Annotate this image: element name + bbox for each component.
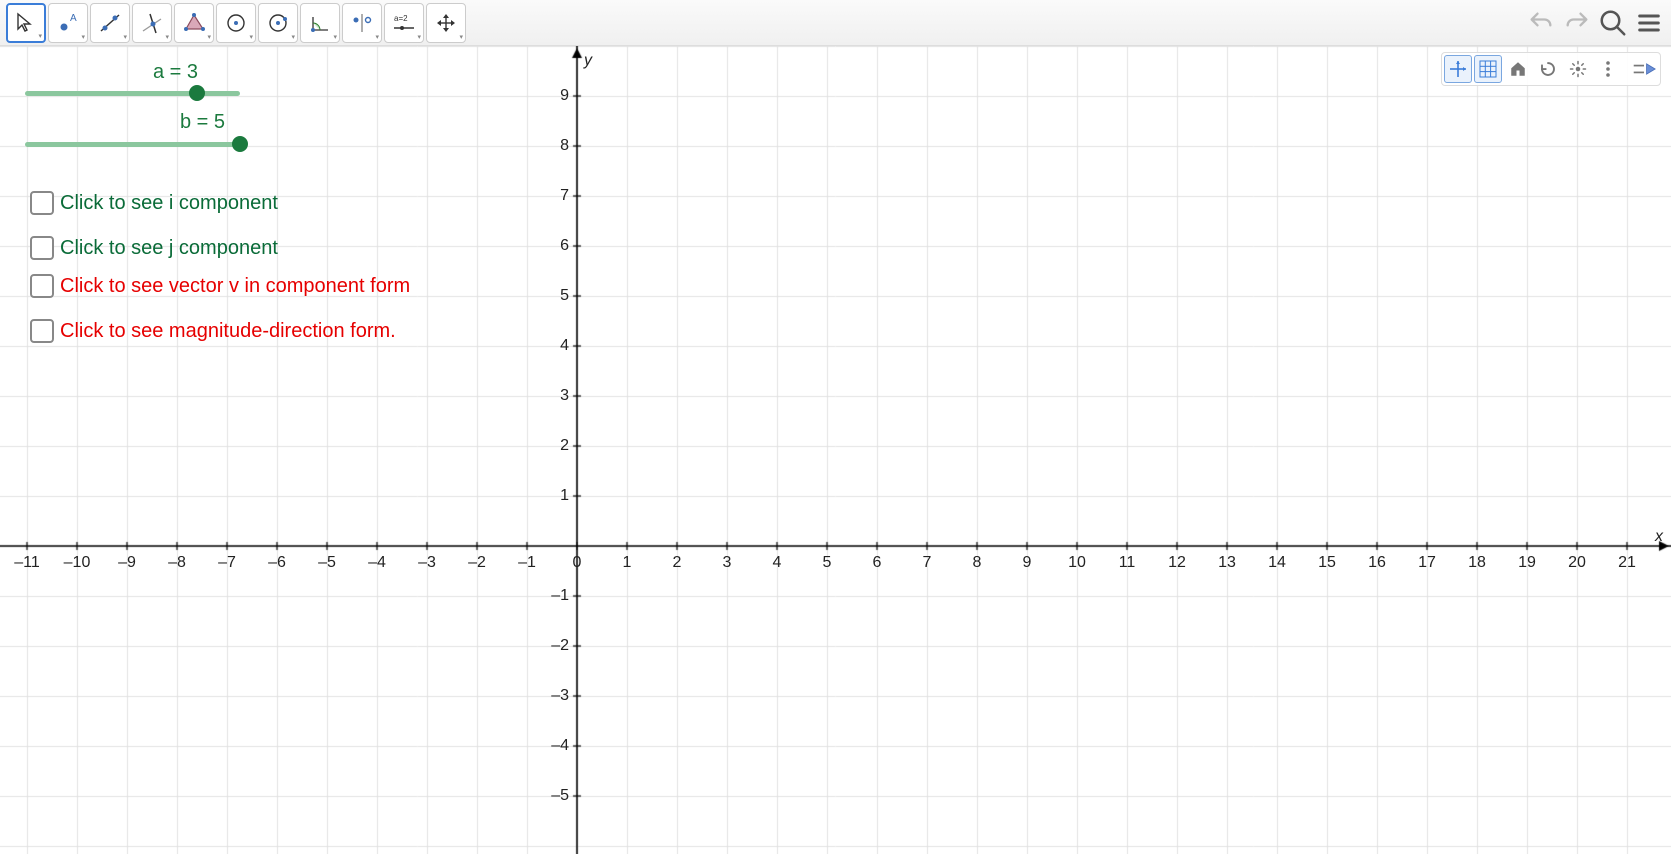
svg-text:a=2: a=2 [394, 14, 408, 23]
properties-button[interactable] [1630, 55, 1658, 83]
y-tick-label: 6 [560, 237, 569, 255]
x-tick-label: –3 [418, 554, 436, 572]
y-tick-label: 2 [560, 437, 569, 455]
x-tick-label: 6 [873, 554, 882, 572]
y-tick-label: 1 [560, 487, 569, 505]
x-tick-label: 1 [623, 554, 632, 572]
move-tool[interactable]: ▾ [6, 3, 46, 43]
x-tick-label: 5 [823, 554, 832, 572]
point-capture-button[interactable] [1534, 55, 1562, 83]
checkbox-component-form: Click to see vector v in component form [30, 274, 410, 298]
x-tick-label: 12 [1168, 554, 1186, 572]
redo-button[interactable] [1561, 7, 1593, 39]
polygon-tool[interactable]: ▾ [174, 3, 214, 43]
y-tick-label: 5 [560, 287, 569, 305]
x-tick-label: 16 [1368, 554, 1386, 572]
x-tick-label: –11 [14, 554, 40, 572]
undo-button[interactable] [1525, 7, 1557, 39]
svg-text:A: A [70, 13, 77, 24]
x-tick-label: 8 [973, 554, 982, 572]
checkbox-magnitude-direction-label: Click to see magnitude-direction form. [60, 320, 396, 343]
x-tick-label: 18 [1468, 554, 1486, 572]
y-tick-label: 4 [560, 337, 569, 355]
y-tick-label: –3 [551, 687, 569, 705]
x-tick-label: –9 [118, 554, 136, 572]
x-tick-label: 3 [723, 554, 732, 572]
slider-tool[interactable]: a=2 ▾ [384, 3, 424, 43]
x-tick-label: –10 [64, 554, 91, 572]
checkbox-component-form-label: Click to see vector v in component form [60, 275, 410, 298]
line-tool[interactable]: ▾ [90, 3, 130, 43]
checkbox-j-component-box[interactable] [30, 236, 54, 260]
coordinate-grid [0, 46, 1671, 854]
y-tick-label: –2 [551, 637, 569, 655]
perpendicular-tool[interactable]: ▾ [132, 3, 172, 43]
more-button[interactable] [1594, 55, 1622, 83]
y-tick-label: 7 [560, 187, 569, 205]
x-tick-label: 9 [1023, 554, 1032, 572]
tool-buttons-left: ▾ A ▾ ▾ ▾ ▾ ▾ ▾ ▾ [6, 3, 466, 43]
grid-toggle-button[interactable] [1474, 55, 1502, 83]
checkbox-magnitude-direction-box[interactable] [30, 319, 54, 343]
checkbox-j-component-label: Click to see j component [60, 237, 278, 260]
x-tick-label: 17 [1418, 554, 1436, 572]
graphics-stylebar [1441, 52, 1661, 86]
move-view-tool[interactable]: ▾ [426, 3, 466, 43]
x-tick-label: 20 [1568, 554, 1586, 572]
slider-a-track[interactable] [25, 91, 240, 96]
x-tick-label: 7 [923, 554, 932, 572]
checkbox-i-component-label: Click to see i component [60, 192, 278, 215]
point-tool[interactable]: A ▾ [48, 3, 88, 43]
checkbox-component-form-box[interactable] [30, 274, 54, 298]
slider-a-thumb[interactable] [189, 85, 205, 101]
slider-b-thumb[interactable] [232, 136, 248, 152]
ellipse-tool[interactable]: ▾ [258, 3, 298, 43]
checkbox-i-component-box[interactable] [30, 191, 54, 215]
y-axis-label: y [584, 52, 592, 70]
main-toolbar: ▾ A ▾ ▾ ▾ ▾ ▾ ▾ ▾ [0, 0, 1671, 46]
x-tick-label: 11 [1119, 554, 1136, 572]
checkbox-j-component: Click to see j component [30, 236, 278, 260]
slider-a-label: a = 3 [153, 61, 198, 84]
y-tick-label: 3 [560, 387, 569, 405]
x-tick-label: –5 [318, 554, 336, 572]
y-tick-label: 8 [560, 137, 569, 155]
graphics-view[interactable]: –11–10–9–8–7–6–5–4–3–2–10123456789101112… [0, 46, 1671, 854]
reflect-tool[interactable]: ▾ [342, 3, 382, 43]
x-tick-label: 0 [573, 554, 582, 572]
circle-tool[interactable]: ▾ [216, 3, 256, 43]
angle-tool[interactable]: ▾ [300, 3, 340, 43]
x-tick-label: –4 [368, 554, 386, 572]
x-tick-label: 4 [773, 554, 782, 572]
x-tick-label: 13 [1218, 554, 1236, 572]
x-tick-label: 2 [673, 554, 682, 572]
y-tick-label: 9 [560, 87, 569, 105]
y-tick-label: –1 [551, 587, 569, 605]
x-tick-label: 21 [1618, 554, 1636, 572]
x-tick-label: 15 [1318, 554, 1336, 572]
x-tick-label: 19 [1518, 554, 1536, 572]
slider-b-track[interactable] [25, 142, 240, 147]
slider-b-label: b = 5 [180, 111, 225, 134]
y-tick-label: –4 [551, 737, 569, 755]
settings-button[interactable] [1564, 55, 1592, 83]
x-axis-label: x [1655, 528, 1663, 546]
x-tick-label: –1 [518, 554, 536, 572]
x-tick-label: 10 [1068, 554, 1086, 572]
axes-toggle-button[interactable] [1444, 55, 1472, 83]
tool-buttons-right [1525, 7, 1665, 39]
checkbox-i-component: Click to see i component [30, 191, 278, 215]
home-button[interactable] [1504, 55, 1532, 83]
x-tick-label: 14 [1268, 554, 1286, 572]
x-tick-label: –8 [168, 554, 186, 572]
search-button[interactable] [1597, 7, 1629, 39]
menu-button[interactable] [1633, 7, 1665, 39]
checkbox-magnitude-direction: Click to see magnitude-direction form. [30, 319, 396, 343]
x-tick-label: –7 [218, 554, 236, 572]
x-tick-label: –6 [268, 554, 286, 572]
y-tick-label: –5 [551, 787, 569, 805]
x-tick-label: –2 [468, 554, 486, 572]
